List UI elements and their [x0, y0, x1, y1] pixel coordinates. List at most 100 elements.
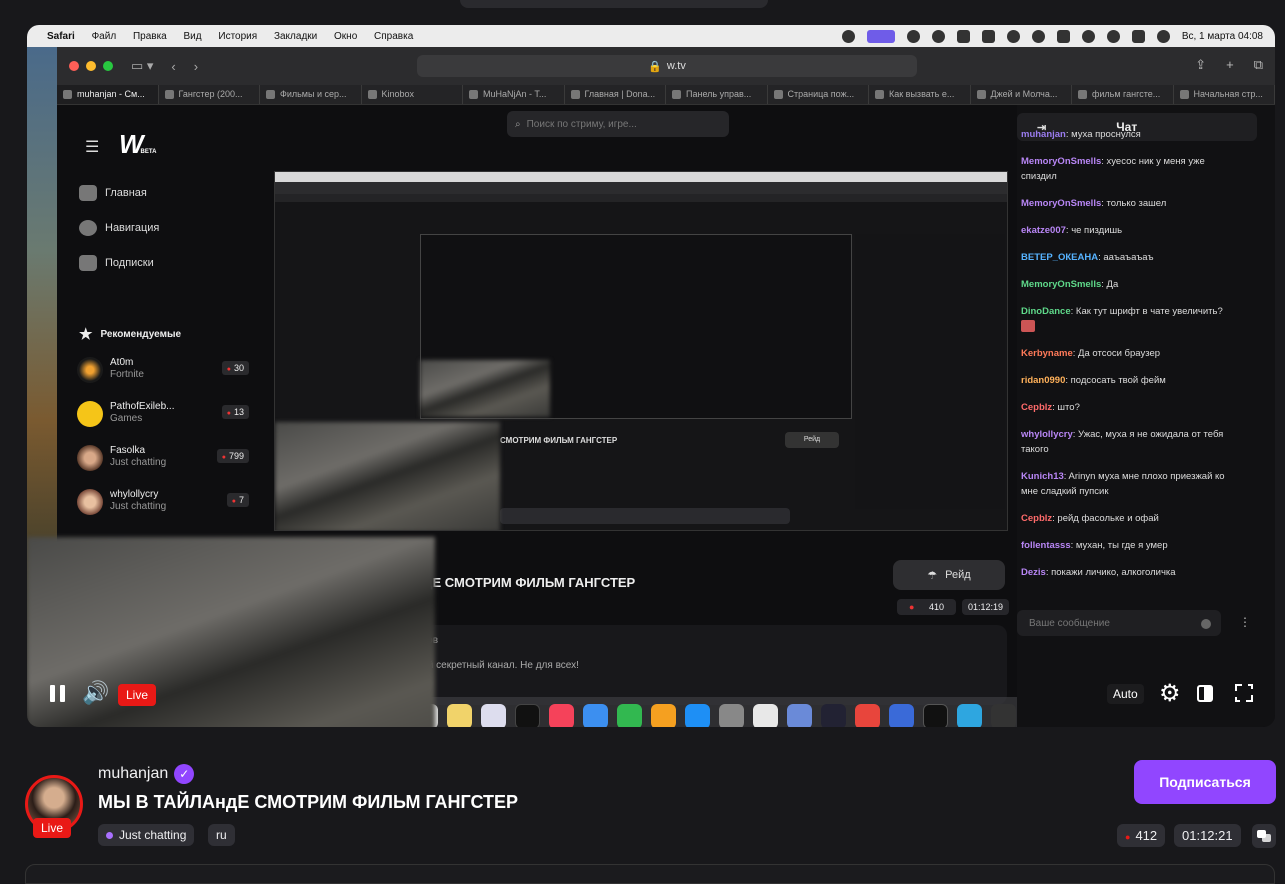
subscribe-button[interactable]: Подписаться: [1134, 760, 1276, 804]
tab-item[interactable]: Как вызвать e...: [869, 85, 971, 104]
numbers-icon[interactable]: [617, 703, 642, 727]
notes-icon[interactable]: [447, 703, 472, 727]
tab-item[interactable]: Джей и Молча...: [971, 85, 1072, 104]
menu-window[interactable]: Окно: [334, 31, 357, 42]
sidebar-toggle-icon[interactable]: ▭ ▾: [131, 58, 153, 74]
site-logo[interactable]: WBETA: [119, 129, 156, 160]
moon-icon[interactable]: [1006, 29, 1020, 43]
chat-username[interactable]: Cepblz: [1021, 513, 1052, 524]
fullscreen-icon[interactable]: [1235, 684, 1253, 702]
recommended-channel[interactable]: At0m Fortnite 30: [77, 353, 257, 393]
record-icon[interactable]: [1031, 29, 1045, 43]
music-icon[interactable]: [549, 703, 574, 727]
chat-username[interactable]: whylollycry: [1021, 429, 1073, 440]
raid-button[interactable]: ☂ Рейд: [893, 560, 1005, 590]
tab-item[interactable]: Фильмы и сер...: [260, 85, 362, 104]
chat-username[interactable]: MemoryOnSmells: [1021, 156, 1101, 167]
menu-bookmarks[interactable]: Закладки: [274, 31, 317, 42]
menu-app[interactable]: Safari: [47, 31, 75, 42]
zoom-window-button[interactable]: [103, 61, 113, 71]
menu-file[interactable]: Файл: [92, 31, 117, 42]
display-icon[interactable]: [1056, 29, 1070, 43]
tab-item[interactable]: Панель управ...: [666, 85, 768, 104]
chat-username[interactable]: follentasss: [1021, 540, 1071, 551]
keynote-icon[interactable]: [583, 703, 608, 727]
telegram-icon[interactable]: [957, 703, 982, 727]
tab-item[interactable]: MuHaNjAn - T...: [463, 85, 565, 104]
search-input[interactable]: ⌕ Поиск по стриму, игре...: [507, 111, 729, 137]
screen-record-icon[interactable]: [866, 29, 895, 43]
app-status-icon[interactable]: [906, 29, 920, 43]
tab-item[interactable]: Страница пож...: [768, 85, 869, 104]
windows-icon[interactable]: [889, 703, 914, 727]
app-store-icon[interactable]: [685, 703, 710, 727]
grid-icon[interactable]: [956, 29, 970, 43]
search-icon[interactable]: [1106, 29, 1120, 43]
menu-clock[interactable]: Вс, 1 марта 04:08: [1182, 31, 1263, 42]
chat-more-icon[interactable]: ⋮: [1239, 615, 1251, 629]
theater-mode-icon[interactable]: [1197, 685, 1213, 702]
nav-browse[interactable]: Навигация: [79, 210, 159, 245]
chat-username[interactable]: ekatze007: [1021, 225, 1066, 236]
quality-label[interactable]: Auto: [1107, 684, 1144, 704]
chat-status-icon[interactable]: [931, 29, 945, 43]
chat-username[interactable]: Kunich13: [1021, 471, 1064, 482]
tab-overview-icon[interactable]: ⧉: [1254, 57, 1263, 73]
siri-icon[interactable]: [1156, 29, 1170, 43]
video-player[interactable]: Safari Файл Правка Вид История Закладки …: [27, 25, 1275, 727]
chat-input[interactable]: Ваше сообщение: [1017, 610, 1221, 636]
recommended-channel[interactable]: whylollycry Just chatting 7: [77, 485, 257, 525]
nav-home[interactable]: Главная: [79, 175, 159, 210]
utility-icon[interactable]: [787, 703, 812, 727]
minimize-window-button[interactable]: [86, 61, 96, 71]
chat-username[interactable]: Dezis: [1021, 567, 1046, 578]
recommended-channel[interactable]: Fasolka Just chatting 799: [77, 441, 257, 481]
tab-item[interactable]: Kinobox: [362, 85, 463, 104]
tab-item[interactable]: muhanjan - См...: [57, 85, 159, 104]
pages-icon[interactable]: [651, 703, 676, 727]
back-icon[interactable]: ‹: [171, 59, 175, 74]
tv-icon[interactable]: [515, 703, 540, 727]
chat-username[interactable]: MemoryOnSmells: [1021, 198, 1101, 209]
menu-history[interactable]: История: [218, 31, 257, 42]
window-icon[interactable]: [981, 29, 995, 43]
nav-following[interactable]: Подписки: [79, 245, 159, 280]
chrome-icon[interactable]: [855, 703, 880, 727]
share-icon[interactable]: ⇪: [1195, 57, 1206, 73]
chat-username[interactable]: DinoDance: [1021, 306, 1071, 317]
settings-icon[interactable]: [719, 703, 744, 727]
chat-username[interactable]: Kerbyname: [1021, 348, 1073, 359]
chat-toggle-icon[interactable]: [1252, 824, 1276, 848]
menu-help[interactable]: Справка: [374, 31, 413, 42]
menu-edit[interactable]: Правка: [133, 31, 167, 42]
recommended-channel[interactable]: PathofExileb... Games 13: [77, 397, 257, 437]
category-tag[interactable]: Just chatting: [98, 824, 195, 846]
chat-username[interactable]: Cepblz: [1021, 402, 1052, 413]
wifi-icon[interactable]: [1081, 29, 1095, 43]
control-center-icon[interactable]: [1131, 29, 1145, 43]
menu-view[interactable]: Вид: [184, 31, 202, 42]
volume-icon[interactable]: 🔊: [82, 680, 109, 706]
game-icon[interactable]: [821, 703, 846, 727]
freeform-icon[interactable]: [481, 703, 506, 727]
channel-name[interactable]: muhanjan ✓: [98, 764, 195, 784]
forward-icon[interactable]: ›: [194, 59, 198, 74]
pause-button[interactable]: [50, 685, 65, 702]
close-window-button[interactable]: [69, 61, 79, 71]
language-tag[interactable]: ru: [208, 824, 235, 846]
new-tab-icon[interactable]: +: [1226, 57, 1234, 73]
chat-username[interactable]: MemoryOnSmells: [1021, 279, 1101, 290]
menu-icon[interactable]: ☰: [85, 137, 99, 157]
preview-icon[interactable]: [753, 703, 778, 727]
obs-icon[interactable]: [991, 703, 1016, 727]
address-bar[interactable]: 🔒 w.tv: [417, 55, 917, 77]
gear-icon[interactable]: ⚙: [1159, 679, 1181, 708]
status-icon[interactable]: [841, 29, 855, 43]
tab-item[interactable]: Гангстер (200...: [159, 85, 260, 104]
tab-item[interactable]: фильм гангсте...: [1072, 85, 1174, 104]
chat-username[interactable]: ridan0990: [1021, 375, 1065, 386]
chat-username[interactable]: ВЕТЕР_ОКЕАНА: [1021, 252, 1098, 263]
chat-username[interactable]: muhanjan: [1021, 129, 1066, 140]
live-indicator[interactable]: Live: [118, 684, 157, 706]
terminal-icon[interactable]: [923, 703, 948, 727]
